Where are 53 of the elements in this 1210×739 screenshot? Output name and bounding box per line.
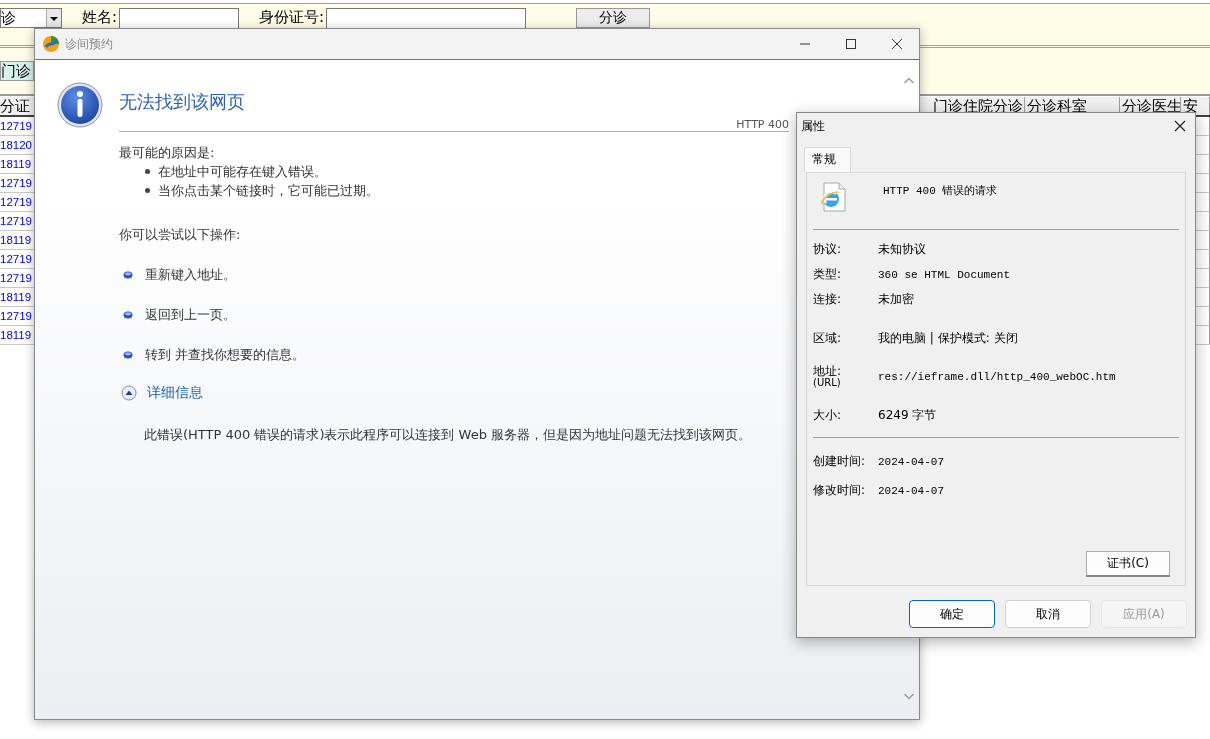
property-value: 6249 字节	[878, 407, 937, 424]
bullet-icon	[123, 271, 133, 279]
input-field[interactable]	[326, 8, 527, 30]
property-value: 未加密	[878, 291, 914, 308]
logo-icon	[43, 36, 59, 52]
bullet-icon	[123, 311, 133, 319]
bullet-icon	[123, 351, 133, 359]
property-label: 区域:	[813, 330, 843, 347]
property-value: 未知协议	[878, 241, 926, 258]
bullet-icon	[145, 188, 150, 193]
list-item: 重新键入地址。	[145, 266, 236, 284]
property-label: 协议:	[813, 241, 843, 258]
property-value: 2024-04-07	[878, 484, 944, 497]
property-value: 2024-04-07	[878, 455, 944, 468]
property-label: 类型:	[813, 266, 843, 283]
property-value: 360 se HTML Document	[878, 268, 1011, 281]
property-label: 地址: (URL)	[813, 366, 843, 388]
dialog-title: 属性	[801, 117, 825, 135]
property-label: 连接:	[813, 291, 843, 308]
details-text: 此错误(HTTP 400 错误的请求)表示此程序可以连接到 Web 服务器，但是因为地址问题无法找到该网页。	[143, 426, 753, 444]
info-icon	[57, 82, 103, 128]
property-value: res://ieframe.dll/http_400_webOC.htm	[878, 371, 1116, 383]
dialog-button[interactable]: 取消	[1005, 600, 1091, 628]
window-title: 诊间预约	[65, 35, 113, 53]
bullet-icon	[145, 169, 150, 174]
collapse-icon	[121, 385, 137, 401]
section-title: 最可能的原因是:	[119, 144, 216, 162]
list-item: 转到 并查找你想要的信息。	[145, 346, 306, 364]
triage-button[interactable]: 分诊	[576, 8, 651, 28]
field-label: 姓名:	[82, 8, 118, 27]
dropdown[interactable]: 诊	[0, 8, 62, 28]
page-heading: 无法找到该网页	[119, 90, 246, 114]
dialog-button[interactable]: 确定	[909, 600, 995, 628]
certificate-button[interactable]: 证书(C)	[1086, 551, 1170, 577]
property-label: 大小:	[813, 407, 843, 424]
list-item: 返回到上一页。	[145, 306, 236, 324]
scroll-up-icon[interactable]	[903, 76, 915, 86]
file-name: HTTP 400 错误的请求	[883, 184, 998, 198]
error-code: HTTP 400	[736, 118, 789, 131]
list-item: 在地址中可能存在键入错误。	[158, 162, 327, 181]
tab[interactable]: 门诊	[0, 61, 34, 81]
maximize-icon[interactable]	[845, 38, 857, 50]
property-label: 创建时间:	[813, 453, 867, 470]
property-label: 修改时间:	[813, 482, 867, 499]
close-icon[interactable]	[891, 38, 903, 50]
section-title: 你可以尝试以下操作:	[119, 226, 242, 244]
details-toggle[interactable]: 详细信息	[119, 384, 203, 402]
tab[interactable]: 常规	[804, 147, 851, 172]
close-icon[interactable]	[1174, 120, 1186, 132]
field-label: 身份证号:	[259, 8, 325, 27]
property-value: 我的电脑 | 保护模式: 关闭	[878, 330, 1018, 347]
input-field[interactable]	[119, 8, 240, 30]
list-item: 当你点击某个链接时，它可能已过期。	[158, 181, 379, 200]
